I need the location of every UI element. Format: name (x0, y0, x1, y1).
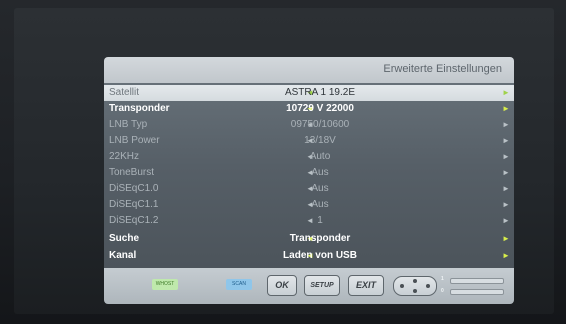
quality-bar (450, 289, 504, 295)
signal-bar (450, 278, 504, 284)
setting-row-transponder[interactable]: Transponder ◄ 10729 V 22000 ► (104, 101, 514, 117)
row-label: Satellit (109, 87, 140, 98)
arrow-right-icon[interactable]: ► (502, 85, 510, 101)
setting-row-toneburst[interactable]: ToneBurst ◄ Aus ► (104, 165, 514, 181)
photo-background: Erweiterte Einstellungen Satellit ◄ ASTR… (0, 0, 566, 324)
setting-row-diseqc-1-0[interactable]: DiSEqC1.0 ◄ Aus ► (104, 181, 514, 197)
row-value: Aus (311, 183, 329, 194)
nav-down-icon (413, 289, 417, 293)
dialog-header: Erweiterte Einstellungen (104, 57, 514, 83)
row-value: 1 (317, 215, 323, 226)
row-value: ASTRA 1 19.2E (284, 87, 356, 98)
exit-key-hint[interactable]: EXIT (348, 275, 384, 296)
row-value: 10729 V 22000 (286, 103, 354, 114)
arrow-right-icon[interactable]: ► (502, 181, 510, 197)
row-label: LNB Power (109, 135, 160, 146)
key-hint-bar: WHOST SCAN OK SETUP EXIT 1 0 (104, 268, 514, 304)
row-label: 22KHz (109, 151, 140, 162)
nav-left-icon (400, 284, 404, 288)
row-label: DiSEqC1.2 (109, 215, 159, 226)
navigation-pad-icon[interactable] (393, 276, 437, 296)
row-value: Aus (311, 199, 329, 210)
ok-key-hint[interactable]: OK (267, 275, 297, 296)
tv-screen: Erweiterte Einstellungen Satellit ◄ ASTR… (14, 8, 554, 314)
row-label: LNB Typ (109, 119, 148, 130)
setting-row-22khz[interactable]: 22KHz ◄ Auto ► (104, 149, 514, 165)
arrow-right-icon[interactable]: ► (502, 165, 510, 181)
setting-row-diseqc-1-1[interactable]: DiSEqC1.1 ◄ Aus ► (104, 197, 514, 213)
row-value: Transponder (289, 233, 351, 244)
row-label: Transponder (109, 103, 170, 114)
settings-list: Satellit ◄ ASTRA 1 19.2E ► Transponder ◄… (104, 83, 514, 268)
arrow-right-icon[interactable]: ► (502, 197, 510, 213)
setting-row-suche[interactable]: Suche ◄ Transponder ► (104, 231, 514, 247)
arrow-right-icon[interactable]: ► (502, 248, 510, 264)
row-value: 13/18V (304, 135, 336, 146)
arrow-right-icon[interactable]: ► (502, 101, 510, 117)
nav-up-icon (413, 279, 417, 283)
settings-dialog: Erweiterte Einstellungen Satellit ◄ ASTR… (104, 57, 514, 304)
nav-right-icon (426, 284, 430, 288)
setting-row-lnb-typ[interactable]: LNB Typ ◄ 09750/10600 ► (104, 117, 514, 133)
setting-row-diseqc-1-2[interactable]: DiSEqC1.2 ◄ 1 ► (104, 213, 514, 229)
blue-key-hint-scan[interactable]: SCAN (226, 279, 252, 290)
arrow-right-icon[interactable]: ► (502, 213, 510, 229)
row-value: Laden von USB (283, 250, 357, 261)
row-label: Suche (109, 233, 140, 244)
arrow-right-icon[interactable]: ► (502, 231, 510, 247)
row-label: DiSEqC1.0 (109, 183, 159, 194)
arrow-right-icon[interactable]: ► (502, 117, 510, 133)
arrow-right-icon[interactable]: ► (502, 133, 510, 149)
setting-row-lnb-power[interactable]: LNB Power ◄ 13/18V ► (104, 133, 514, 149)
indicator-number: 1 (441, 276, 444, 282)
setup-key-hint[interactable]: SETUP (304, 275, 340, 296)
row-label: ToneBurst (109, 167, 155, 178)
row-value: Auto (309, 151, 331, 162)
setting-row-satellit[interactable]: Satellit ◄ ASTRA 1 19.2E ► (104, 85, 514, 101)
green-key-hint[interactable]: WHOST (152, 279, 178, 290)
indicator-number: 0 (441, 288, 444, 294)
dialog-title: Erweiterte Einstellungen (383, 63, 502, 75)
setting-row-kanal[interactable]: Kanal ◄ Laden von USB ► (104, 248, 514, 264)
arrow-right-icon[interactable]: ► (502, 149, 510, 165)
row-value: 09750/10600 (290, 119, 350, 130)
row-label: Kanal (109, 250, 137, 261)
row-value: Aus (311, 167, 329, 178)
row-label: DiSEqC1.1 (109, 199, 159, 210)
